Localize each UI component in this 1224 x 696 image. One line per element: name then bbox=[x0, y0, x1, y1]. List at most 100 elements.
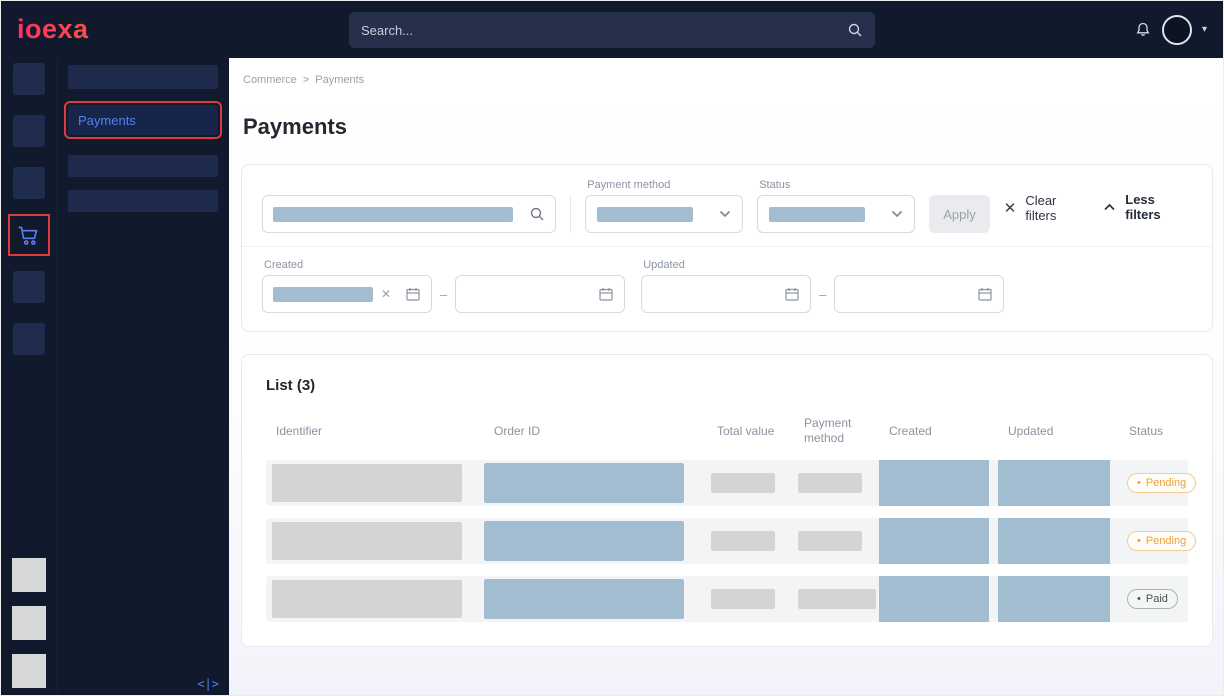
filter-search-input[interactable] bbox=[262, 195, 556, 233]
select-value-placeholder bbox=[769, 207, 865, 222]
calendar-icon[interactable] bbox=[977, 286, 993, 302]
updated-label: Updated bbox=[643, 259, 1004, 271]
user-avatar[interactable] bbox=[1162, 15, 1192, 45]
total-value-placeholder bbox=[711, 589, 775, 609]
status-select[interactable] bbox=[757, 195, 915, 233]
created-label: Created bbox=[264, 259, 625, 271]
payment-method-placeholder bbox=[798, 473, 862, 493]
chevron-up-icon bbox=[1103, 203, 1116, 211]
updated-placeholder bbox=[998, 460, 1110, 506]
payment-method-placeholder bbox=[798, 589, 876, 609]
column-header-created: Created bbox=[879, 424, 998, 439]
column-header-status: Status bbox=[1119, 424, 1188, 439]
column-header-order-id: Order ID bbox=[484, 424, 707, 439]
sidebar-icon-placeholder[interactable] bbox=[13, 115, 45, 147]
sidebar-bottom-placeholder[interactable] bbox=[12, 558, 46, 592]
topbar-actions: ▾ bbox=[1134, 15, 1207, 45]
chevron-down-icon[interactable]: ▾ bbox=[1202, 24, 1207, 35]
topbar: ioexa Search... ▾ bbox=[1, 1, 1223, 58]
divider bbox=[570, 195, 571, 233]
total-value-placeholder bbox=[711, 473, 775, 493]
app-logo[interactable]: ioexa bbox=[17, 14, 89, 45]
updated-from-date-input[interactable] bbox=[641, 275, 811, 313]
sidebar-item-commerce[interactable] bbox=[13, 219, 45, 251]
sidebar-icon-placeholder[interactable] bbox=[13, 63, 45, 95]
updated-range-field: Updated – bbox=[641, 259, 1004, 313]
created-placeholder bbox=[879, 576, 989, 622]
order-id-placeholder bbox=[484, 521, 684, 561]
sidebar-icon-placeholder[interactable] bbox=[13, 271, 45, 303]
column-header-identifier: Identifier bbox=[266, 424, 484, 439]
created-range-field: Created ✕ – bbox=[262, 259, 625, 313]
status-label: Status bbox=[759, 179, 915, 191]
status-badge: • Pending bbox=[1127, 531, 1196, 551]
breadcrumb-commerce[interactable]: Commerce bbox=[243, 74, 297, 86]
identifier-placeholder bbox=[272, 580, 462, 618]
created-placeholder bbox=[879, 518, 989, 564]
breadcrumb: Commerce > Payments bbox=[243, 74, 1213, 86]
status-label: Pending bbox=[1146, 535, 1186, 547]
less-filters-label: Less filters bbox=[1125, 192, 1192, 222]
payments-list-panel: List (3) Identifier Order ID Total value… bbox=[241, 354, 1213, 647]
status-dot-icon: • bbox=[1137, 477, 1141, 489]
icon-sidebar bbox=[1, 58, 57, 695]
menu-item-placeholder[interactable] bbox=[68, 190, 218, 212]
breadcrumb-separator: > bbox=[303, 74, 309, 86]
range-dash: – bbox=[440, 287, 447, 302]
app-window: ioexa Search... ▾ bbox=[0, 0, 1224, 696]
status-field: Status bbox=[757, 179, 915, 233]
payment-method-label: Payment method bbox=[587, 179, 743, 191]
created-to-date-input[interactable] bbox=[455, 275, 625, 313]
clear-filters-label: Clear filters bbox=[1025, 193, 1089, 223]
payment-method-field: Payment method bbox=[585, 179, 743, 233]
sidebar-icon-placeholder[interactable] bbox=[13, 167, 45, 199]
menu-item-placeholder[interactable] bbox=[68, 155, 218, 177]
identifier-placeholder bbox=[272, 522, 462, 560]
created-placeholder bbox=[879, 460, 989, 506]
global-search-input[interactable]: Search... bbox=[349, 12, 875, 48]
table-header: Identifier Order ID Total value Payment … bbox=[266, 414, 1188, 448]
created-from-date-input[interactable]: ✕ bbox=[262, 275, 432, 313]
bell-icon[interactable] bbox=[1134, 21, 1152, 39]
close-icon: ✕ bbox=[1004, 199, 1017, 217]
updated-placeholder bbox=[998, 576, 1110, 622]
cart-icon bbox=[16, 222, 42, 248]
filters-panel: Payment method Status bbox=[241, 164, 1213, 332]
sidebar-bottom-placeholder[interactable] bbox=[12, 606, 46, 640]
calendar-icon[interactable] bbox=[598, 286, 614, 302]
sidebar-collapse-icon[interactable]: <|> bbox=[197, 677, 219, 691]
divider bbox=[242, 246, 1212, 247]
search-value-placeholder bbox=[273, 207, 513, 222]
updated-to-date-input[interactable] bbox=[834, 275, 1004, 313]
table-row[interactable]: • Pending bbox=[266, 460, 1188, 506]
sidebar-bottom-placeholder[interactable] bbox=[12, 654, 46, 688]
list-title: List (3) bbox=[266, 377, 1188, 394]
select-value-placeholder bbox=[597, 207, 693, 222]
table-row[interactable]: • Paid bbox=[266, 576, 1188, 622]
search-icon bbox=[529, 206, 545, 222]
calendar-icon[interactable] bbox=[784, 286, 800, 302]
sidebar-icon-placeholder[interactable] bbox=[13, 323, 45, 355]
column-header-payment-method: Payment method bbox=[794, 416, 879, 446]
payment-method-placeholder bbox=[798, 531, 862, 551]
status-dot-icon: • bbox=[1137, 593, 1141, 605]
clear-date-icon[interactable]: ✕ bbox=[381, 287, 391, 301]
less-filters-button[interactable]: Less filters bbox=[1103, 192, 1192, 222]
menu-item-placeholder[interactable] bbox=[68, 65, 218, 89]
updated-placeholder bbox=[998, 518, 1110, 564]
breadcrumb-payments: Payments bbox=[315, 74, 364, 86]
status-dot-icon: • bbox=[1137, 535, 1141, 547]
order-id-placeholder bbox=[484, 463, 684, 503]
table-row[interactable]: • Pending bbox=[266, 518, 1188, 564]
sidebar-item-payments-label: Payments bbox=[78, 113, 136, 128]
range-dash: – bbox=[819, 287, 826, 302]
search-icon bbox=[847, 22, 863, 38]
menu-sidebar: Payments <|> bbox=[57, 58, 229, 695]
sidebar-item-payments[interactable]: Payments bbox=[68, 105, 218, 135]
date-value-placeholder bbox=[273, 287, 373, 302]
status-badge: • Paid bbox=[1127, 589, 1178, 609]
payment-method-select[interactable] bbox=[585, 195, 743, 233]
clear-filters-button[interactable]: ✕ Clear filters bbox=[1004, 193, 1090, 223]
calendar-icon[interactable] bbox=[405, 286, 421, 302]
apply-button[interactable]: Apply bbox=[929, 195, 990, 233]
